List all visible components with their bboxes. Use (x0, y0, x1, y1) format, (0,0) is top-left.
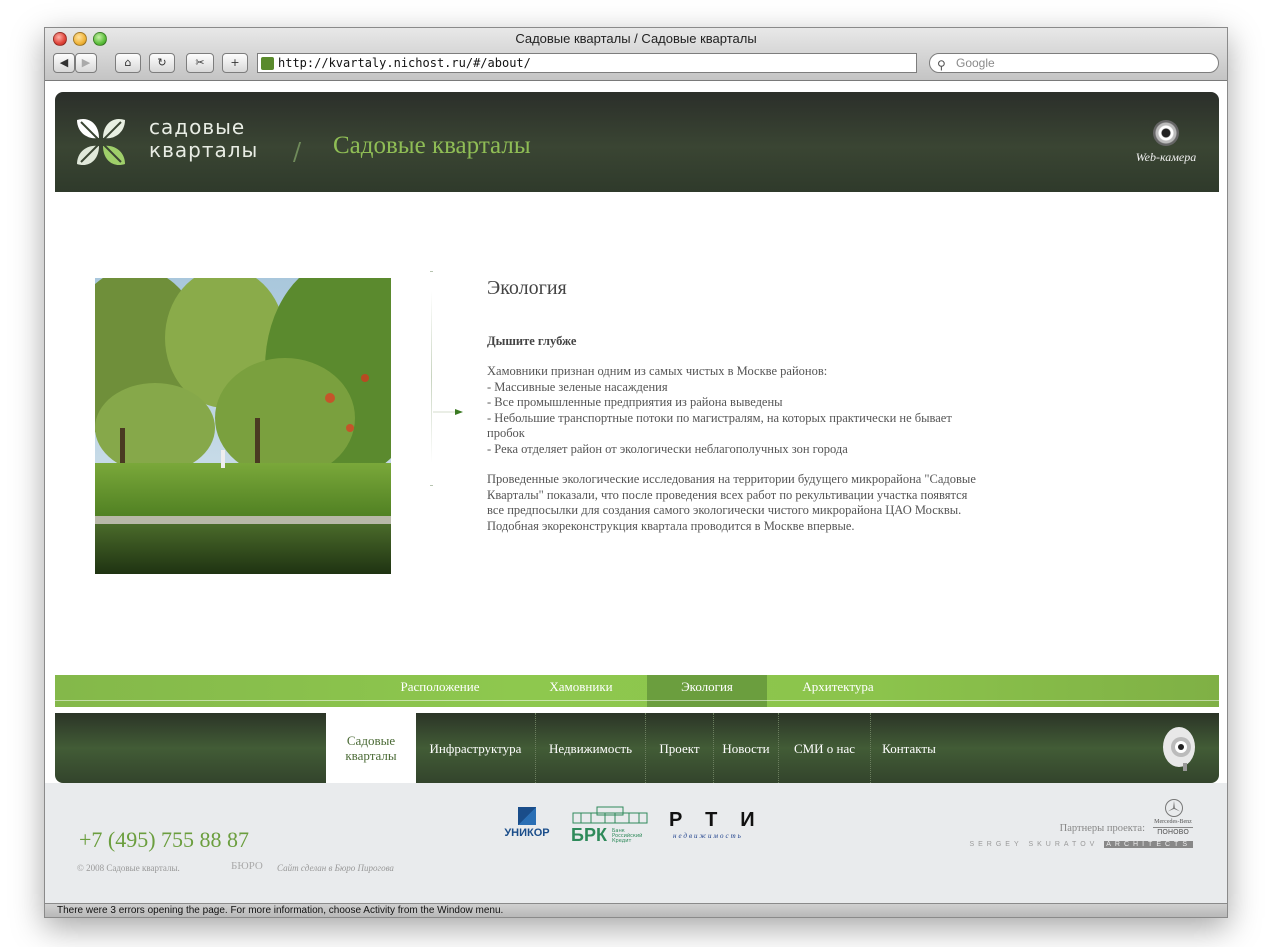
partners-label: Партнеры проекта: (1059, 823, 1145, 834)
site-header: садовые кварталы / Садовые кварталы Web-… (55, 92, 1219, 192)
content-divider (431, 291, 432, 463)
back-button[interactable]: ◀ (53, 53, 75, 73)
status-bar: There were 3 errors opening the page. Fo… (45, 903, 1227, 917)
home-icon[interactable]: ⌂ (115, 53, 141, 73)
webcam-label: Web-камера (1135, 150, 1197, 164)
article-subheading: Дышите глубже (487, 333, 577, 348)
snippet-icon[interactable]: ✂ (186, 53, 214, 73)
nav-item-press[interactable]: СМИ о нас (779, 713, 871, 783)
nav-item-project[interactable]: Проект (646, 713, 714, 783)
subnav-item-ecology[interactable]: Экология (647, 675, 767, 707)
logo-line1: садовые (149, 115, 246, 139)
park-photo (95, 278, 391, 574)
skuratov-name: SERGEY SKURATOV (969, 841, 1099, 848)
list-item: - Все промышленные предприятия из района… (487, 395, 783, 409)
nav-item-sadovye-kvartaly[interactable]: Садовые кварталы (326, 713, 416, 783)
copyright: © 2008 Садовые кварталы. (77, 863, 180, 873)
rti-subtitle: недвижимость (673, 832, 743, 840)
mercedes-text: Mercedes-Benz (1154, 819, 1192, 825)
brk-subtitle: Банк Российский Кредит (612, 828, 643, 844)
leaf-logo-icon[interactable] (73, 114, 129, 170)
search-input[interactable]: ⚲ Google (929, 53, 1219, 73)
divider-dot (430, 271, 433, 272)
ponovo-logo[interactable]: ПОНОВО (1153, 827, 1193, 836)
list-item: - Небольшие транспортные потоки по магис… (487, 410, 952, 441)
browser-toolbar: Садовые кварталы / Садовые кварталы ◀ ▶ … (45, 28, 1227, 81)
subnav-item-architecture[interactable]: Архитектура (785, 675, 891, 707)
arrow-right-icon (433, 409, 463, 415)
forward-button[interactable]: ▶ (75, 53, 97, 73)
browser-window: Садовые кварталы / Садовые кварталы ◀ ▶ … (44, 27, 1228, 918)
favicon-icon (261, 57, 274, 70)
list-item: - Река отделяет район от экологически не… (487, 441, 848, 456)
nav-item-contacts[interactable]: Контакты (871, 713, 947, 783)
address-bar[interactable]: http://kvartaly.nichost.ru/#/about/ (257, 53, 917, 73)
logo-line2: кварталы (149, 138, 259, 162)
buro-logo[interactable]: БЮРО (231, 860, 263, 872)
article-heading: Экология (487, 277, 567, 299)
list-item: - Массивные зеленые насаждения (487, 379, 668, 394)
window-title: Садовые кварталы / Садовые кварталы (515, 31, 757, 46)
section-subnav: Расположение Хамовники Экология Архитект… (55, 675, 1219, 707)
webcam-icon (1153, 120, 1179, 146)
divider-dot (430, 485, 433, 486)
site-footer: +7 (495) 755 88 87 © 2008 Садовые кварта… (45, 783, 1227, 904)
subnav-item-location[interactable]: Расположение (375, 675, 505, 707)
search-placeholder: Google (956, 56, 995, 70)
subnav-item-khamovniki[interactable]: Хамовники (525, 675, 637, 707)
made-by-link[interactable]: Сайт сделан в Бюро Пирогова (277, 863, 394, 873)
article-content: Экология Дышите глубже Хамовники признан… (487, 277, 983, 549)
reload-icon[interactable]: ↻ (149, 53, 175, 73)
article-intro: Хамовники признан одним из самых чистых … (487, 364, 828, 378)
webcam-icon[interactable] (1159, 723, 1199, 773)
main-nav: Садовые кварталы Инфраструктура Недвижим… (55, 713, 1219, 783)
nav-item-realty[interactable]: Недвижимость (536, 713, 646, 783)
article-list: Хамовники признан одним из самых чистых … (487, 364, 983, 457)
search-icon: ⚲ (937, 58, 946, 72)
nav-item-infrastructure[interactable]: Инфраструктура (416, 713, 536, 783)
brk-name: БРК (571, 825, 607, 845)
unikor-name: УНИКОР (504, 827, 550, 839)
skuratov-logo[interactable]: SERGEY SKURATOV ARCHITECTS (969, 841, 1193, 848)
nav-item-news[interactable]: Новости (714, 713, 779, 783)
architects-label: ARCHITECTS (1104, 841, 1193, 848)
logo-text[interactable]: садовые кварталы (149, 116, 258, 162)
bank-building-icon (572, 806, 648, 824)
rti-logo[interactable]: РТИ (669, 809, 777, 832)
mercedes-star-icon[interactable] (1165, 799, 1183, 817)
phone-number: +7 (495) 755 88 87 (79, 827, 250, 852)
unikor-logo[interactable]: УНИКОР (501, 807, 553, 839)
unikor-mark-icon (518, 807, 536, 825)
url-text: http://kvartaly.nichost.ru/#/about/ (278, 56, 531, 70)
web-page: садовые кварталы / Садовые кварталы Web-… (45, 81, 1227, 904)
page-title: Садовые кварталы (333, 132, 531, 159)
add-bookmark-button[interactable]: + (222, 53, 248, 73)
brk-logo[interactable]: БРК Банк Российский Кредит (571, 805, 651, 845)
article-paragraph: Проведенные экологические исследования н… (487, 472, 976, 533)
header-slash: / (293, 138, 302, 166)
webcam-link[interactable]: Web-камера (1131, 120, 1201, 165)
